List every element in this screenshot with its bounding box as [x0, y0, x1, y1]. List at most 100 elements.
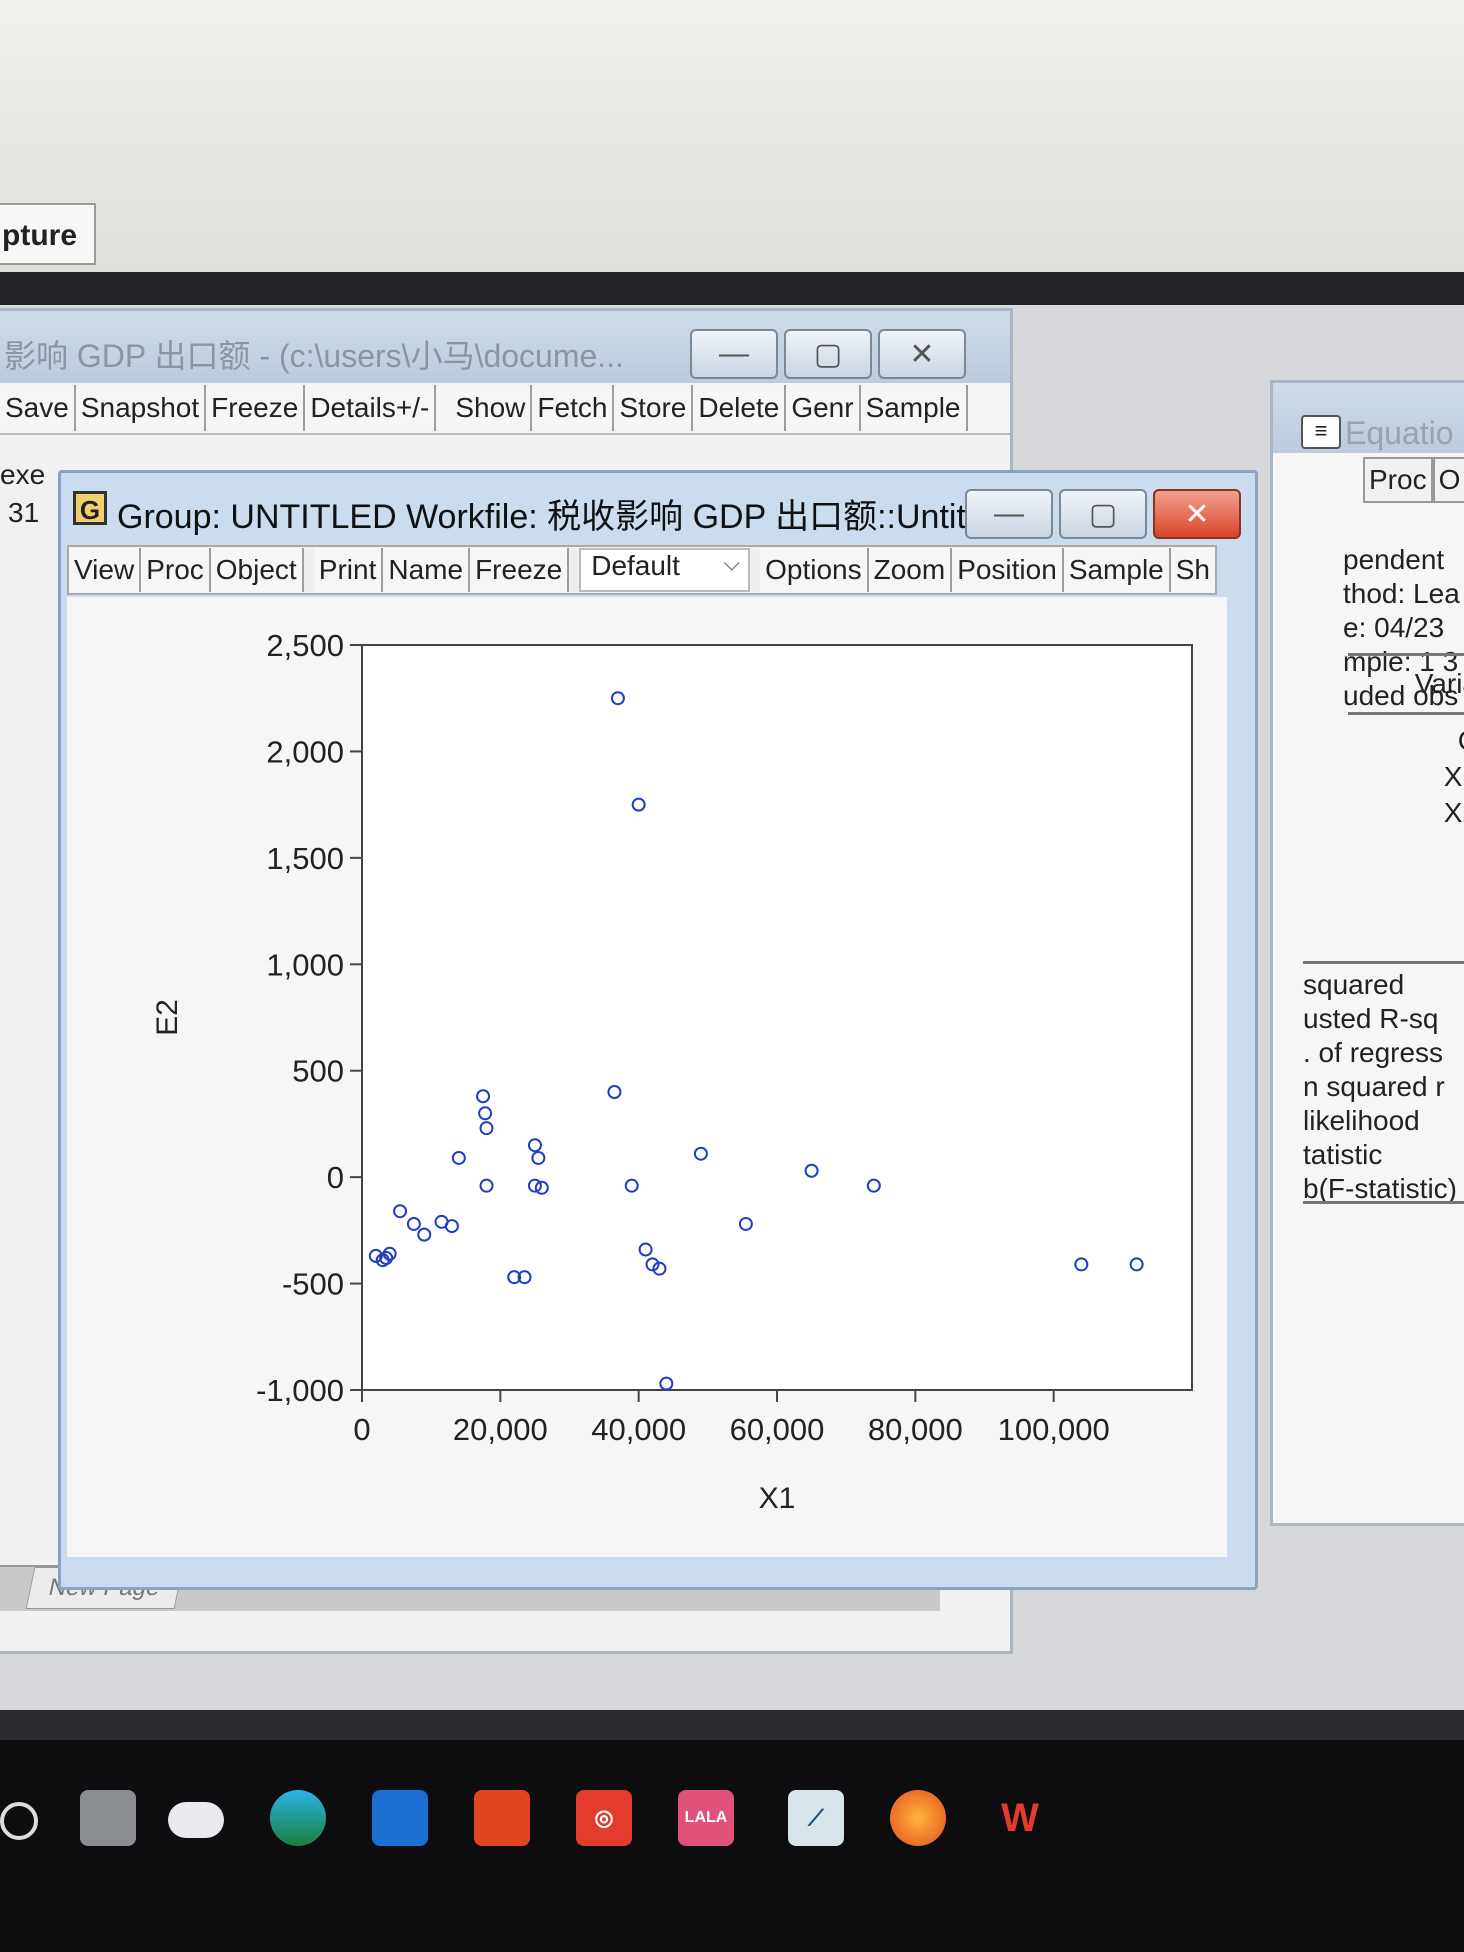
- workfile-toolbar: Save Snapshot Freeze Details+/- Show Fet…: [0, 383, 1010, 435]
- y-tick-label: 2,500: [266, 628, 344, 663]
- equation-toolbar: Proc O: [1363, 457, 1464, 503]
- stat-sum-squared-resid: n squared r: [1303, 1071, 1445, 1102]
- monitor-bezel-bottom: [0, 1710, 1464, 1740]
- x-axis: 0 20,000 40,000 60,000 80,000 100,000: [353, 1390, 1110, 1447]
- name-button[interactable]: Name: [383, 548, 471, 592]
- y-tick-label: 0: [327, 1160, 344, 1195]
- group-titlebar[interactable]: G Group: UNTITLED Workfile: 税收影响 GDP 出口额…: [61, 473, 1255, 543]
- equation-icon: ≡: [1301, 415, 1341, 449]
- proc-button[interactable]: Proc: [141, 548, 211, 592]
- stats-divider: [1303, 1201, 1464, 1204]
- y-axis-label: E2: [151, 999, 184, 1036]
- group-close-button[interactable]: ✕: [1153, 489, 1241, 539]
- variable-x1: X1: [1443, 761, 1464, 792]
- variable-list: C X1 X2: [1348, 723, 1464, 831]
- delete-button[interactable]: Delete: [693, 385, 787, 431]
- store-button[interactable]: Store: [614, 385, 694, 431]
- workfile-row-31: 31: [8, 497, 40, 528]
- x-tick-label: 100,000: [998, 1412, 1110, 1447]
- firefox-icon[interactable]: [890, 1790, 946, 1846]
- show-button-partial[interactable]: Sh: [1170, 548, 1215, 592]
- mail-icon[interactable]: [372, 1790, 428, 1846]
- y-tick-label: -500: [282, 1267, 344, 1302]
- close-icon: ✕: [909, 337, 935, 371]
- group-minimize-button[interactable]: —: [965, 489, 1053, 539]
- restore-icon: ▢: [1088, 497, 1118, 531]
- equation-window: ≡ Equatio Proc O pendent thod: Lea e: 04…: [1270, 380, 1464, 1526]
- taskbar: ◎ LALA ⟋ W: [0, 1740, 1464, 1952]
- print-button[interactable]: Print: [313, 548, 384, 592]
- chevron-down-icon: ⌵: [723, 550, 741, 575]
- file-explorer-icon[interactable]: [80, 1790, 136, 1846]
- genr-button[interactable]: Genr: [786, 385, 861, 431]
- graph-area[interactable]: 2,500 2,000 1,500 1,000 500 0 -500 -1,000 0 20,0…: [67, 597, 1227, 1557]
- stat-log-likelihood: likelihood: [1303, 1105, 1420, 1136]
- wps-icon[interactable]: W: [992, 1790, 1048, 1846]
- app-icon[interactable]: LALA: [678, 1790, 734, 1846]
- variable-x2: X2: [1443, 797, 1464, 828]
- save-button[interactable]: Save: [0, 385, 76, 431]
- fetch-button[interactable]: Fetch: [532, 385, 615, 431]
- group-window: G Group: UNTITLED Workfile: 税收影响 GDP 出口额…: [58, 470, 1258, 1590]
- show-button[interactable]: Show: [450, 385, 533, 431]
- dropdown-value: Default: [591, 550, 680, 581]
- stat-r-squared: squared: [1303, 969, 1405, 1000]
- scatter-plot: 2,500 2,000 1,500 1,000 500 0 -500 -1,000 0 20,0…: [151, 628, 1193, 1515]
- zoom-button[interactable]: Zoom: [868, 548, 953, 592]
- app-icon-label: LALA: [684, 1809, 728, 1826]
- edge-icon[interactable]: [270, 1790, 326, 1846]
- close-icon: ✕: [1184, 497, 1210, 531]
- object-button[interactable]: Object: [210, 548, 304, 592]
- equation-o-button[interactable]: O: [1432, 457, 1464, 503]
- stat-f-statistic: tatistic: [1303, 1139, 1383, 1170]
- equation-titlebar[interactable]: ≡ Equatio: [1273, 383, 1464, 453]
- plot-frame: [361, 644, 1193, 1391]
- stat-adjusted-r-squared: usted R-sq: [1303, 1003, 1439, 1034]
- y-axis: 2,500 2,000 1,500 1,000 500 0 -500 -1,000: [256, 628, 362, 1408]
- office-icon[interactable]: [474, 1790, 530, 1846]
- variable-c: C: [1348, 723, 1464, 759]
- graph-template-dropdown[interactable]: Default ⌵: [579, 548, 751, 592]
- eq-line-method: thod: Lea: [1343, 578, 1460, 609]
- y-tick-label: 1,500: [266, 841, 344, 876]
- eq-line-dependent: pendent: [1343, 544, 1445, 575]
- workfile-row-exe: exe: [0, 459, 46, 490]
- x-tick-label: 40,000: [591, 1412, 686, 1447]
- group-restore-button[interactable]: ▢: [1059, 489, 1147, 539]
- group-icon: G: [73, 491, 107, 525]
- workfile-title: 影响 GDP 出口额 - (c:\users\小马\docume...: [4, 338, 624, 374]
- room-background: [0, 0, 1464, 300]
- y-tick-label: 1,000: [266, 947, 344, 982]
- sample-button[interactable]: Sample: [860, 385, 968, 431]
- equation-proc-button[interactable]: Proc: [1363, 457, 1433, 503]
- y-tick-label: -1,000: [256, 1373, 344, 1408]
- snapshot-button[interactable]: Snapshot: [75, 385, 207, 431]
- freeze-button[interactable]: Freeze: [470, 548, 570, 592]
- onedrive-icon[interactable]: [168, 1802, 224, 1838]
- capture-tab[interactable]: pture: [0, 203, 96, 265]
- details-button[interactable]: Details+/-: [305, 385, 437, 431]
- view-button[interactable]: View: [69, 548, 142, 592]
- workfile-range-info: exe 31: [0, 459, 45, 529]
- netease-music-icon[interactable]: ◎: [576, 1790, 632, 1846]
- regression-stats: squared usted R-sq . of regress n square…: [1303, 961, 1464, 1206]
- restore-icon: ▢: [813, 337, 843, 371]
- workfile-close-button[interactable]: ✕: [878, 329, 966, 379]
- eviews-icon[interactable]: ⟋: [788, 1790, 844, 1846]
- position-button[interactable]: Position: [952, 548, 1064, 592]
- workfile-restore-button[interactable]: ▢: [784, 329, 872, 379]
- y-tick-label: 2,000: [266, 734, 344, 769]
- x-tick-label: 60,000: [730, 1412, 825, 1447]
- freeze-button[interactable]: Freeze: [206, 385, 306, 431]
- options-button[interactable]: Options: [760, 548, 869, 592]
- task-view-icon[interactable]: [0, 1802, 38, 1840]
- y-tick-label: 500: [292, 1054, 344, 1089]
- eq-line-date: e: 04/23: [1343, 612, 1445, 643]
- x-tick-label: 0: [353, 1412, 370, 1447]
- workfile-titlebar[interactable]: 影响 GDP 出口额 - (c:\users\小马\docume... — ▢ …: [0, 311, 1010, 383]
- group-toolbar: View Proc Object Print Name Freeze Defau…: [67, 545, 1217, 595]
- sample-button[interactable]: Sample: [1063, 548, 1171, 592]
- minimize-icon: —: [994, 497, 1024, 530]
- minimize-icon: —: [719, 337, 749, 370]
- workfile-minimize-button[interactable]: —: [690, 329, 778, 379]
